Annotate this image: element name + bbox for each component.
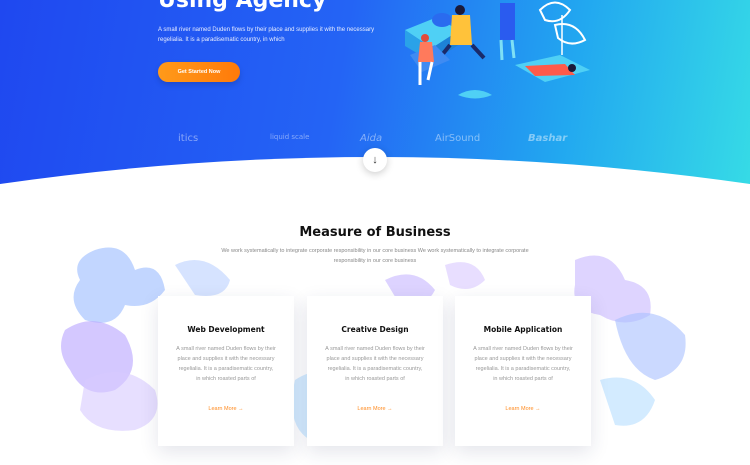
section-title: Measure of Business: [299, 225, 451, 240]
partner-logo: liquid scale: [270, 133, 310, 141]
card-description: A small river named Duden flows by their…: [176, 346, 276, 382]
partner-logo: itics: [178, 133, 199, 144]
arrow-right-icon: →: [238, 406, 244, 412]
service-card: Creative Design A small river named Dude…: [307, 296, 443, 446]
card-title: Mobile Application: [483, 325, 563, 334]
card-description: A small river named Duden flows by their…: [325, 346, 425, 382]
card-title: Creative Design: [341, 325, 409, 334]
arrow-right-icon: →: [535, 406, 541, 412]
learn-more-link[interactable]: Learn More →: [307, 406, 443, 412]
arrow-right-icon: →: [387, 406, 393, 412]
hero-description: A small river named Duden flows by their…: [158, 27, 375, 43]
get-started-button[interactable]: Get Started Now: [158, 62, 240, 82]
arrow-down-icon: ↓: [372, 154, 378, 166]
scroll-down-button[interactable]: ↓: [363, 148, 387, 172]
learn-more-link[interactable]: Learn More →: [455, 406, 591, 412]
hero-title: Using Agency: [158, 0, 327, 13]
partner-logo: Bashar: [528, 133, 568, 144]
service-card: Mobile Application A small river named D…: [455, 296, 591, 446]
partner-logo: Aida: [360, 133, 383, 144]
card-title: Web Development: [187, 325, 265, 334]
partner-logo: AirSound: [435, 133, 481, 144]
hero-illustration: [405, 1, 590, 99]
service-card: Web Development A small river named Dude…: [158, 296, 294, 446]
learn-more-link[interactable]: Learn More →: [158, 406, 294, 412]
card-description: A small river named Duden flows by their…: [473, 346, 573, 382]
